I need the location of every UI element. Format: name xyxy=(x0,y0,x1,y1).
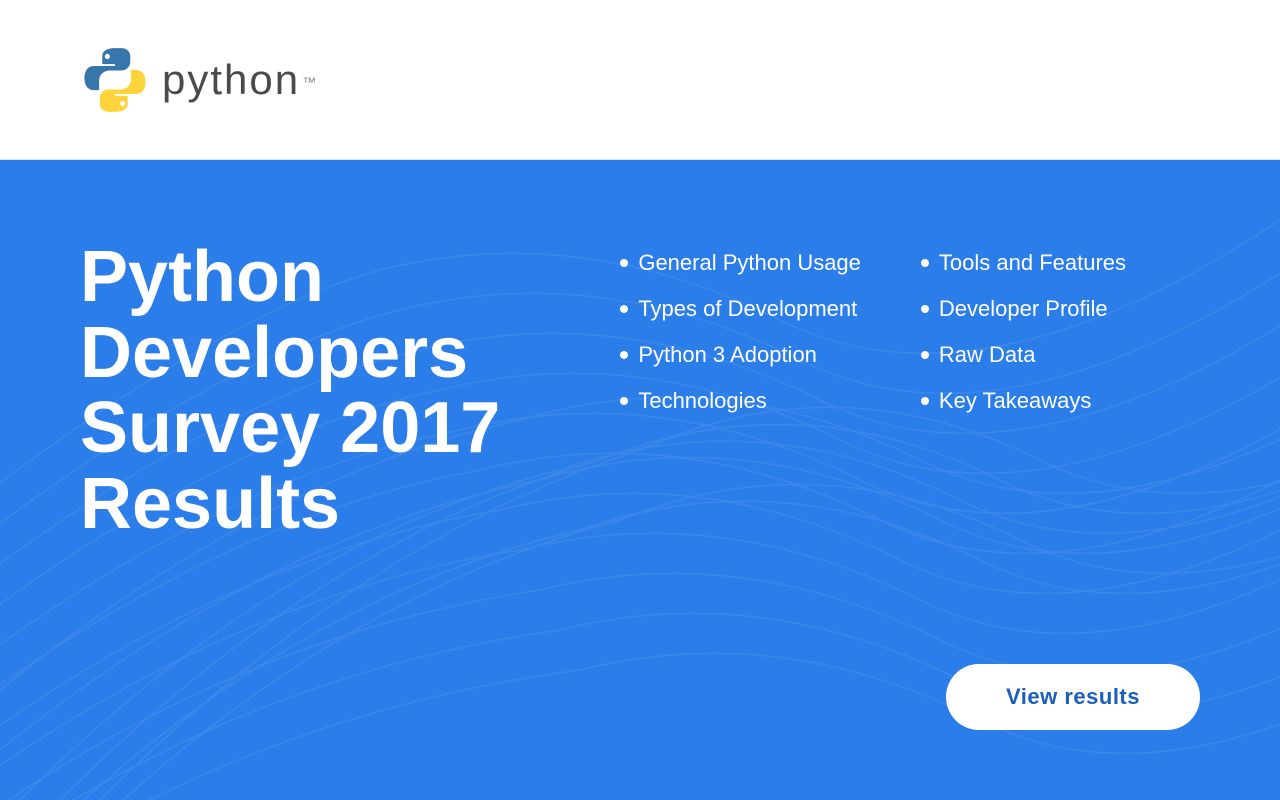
bullet-col2-item-2: Raw Data xyxy=(921,342,1126,368)
bullet-col1-item-3: Technologies xyxy=(620,388,861,414)
bullet-col2-item-0: Tools and Features xyxy=(921,250,1126,276)
header: python™ xyxy=(0,0,1280,160)
logo-text-wrapper: python™ xyxy=(162,56,316,104)
python-logo-icon xyxy=(80,45,150,115)
bullet-col1-item-1: Types of Development xyxy=(620,296,861,322)
bullet-dot xyxy=(620,351,628,359)
bullet-dot xyxy=(921,351,929,359)
title-line3: Survey 2017 xyxy=(80,391,500,467)
hero-section: Python Developers Survey 2017 Results Ge… xyxy=(0,160,1280,800)
bullet-dot xyxy=(620,259,628,267)
title-line1: Python xyxy=(80,240,500,316)
bullet-column-1: General Python Usage Types of Development… xyxy=(620,250,861,414)
logo: python™ xyxy=(80,45,316,115)
title-line2: Developers xyxy=(80,316,500,392)
logo-tm: ™ xyxy=(302,74,316,90)
bullet-dot xyxy=(620,397,628,405)
bullet-column-2: Tools and Features Developer Profile Raw D… xyxy=(921,250,1126,414)
bullet-col1-item-2: Python 3 Adoption xyxy=(620,342,861,368)
bullet-dot xyxy=(921,305,929,313)
title-line4: Results xyxy=(80,467,500,543)
hero-title: Python Developers Survey 2017 Results xyxy=(80,240,500,542)
bullet-dot xyxy=(921,259,929,267)
bullet-col1-item-0: General Python Usage xyxy=(620,250,861,276)
bullet-col2-item-3: Key Takeaways xyxy=(921,388,1126,414)
bullet-dot xyxy=(620,305,628,313)
view-results-button[interactable]: View results xyxy=(946,664,1200,730)
hero-content: General Python Usage Types of Development… xyxy=(620,250,1126,414)
bullet-col2-item-1: Developer Profile xyxy=(921,296,1126,322)
bullet-dot xyxy=(921,397,929,405)
logo-text: python xyxy=(162,56,300,103)
